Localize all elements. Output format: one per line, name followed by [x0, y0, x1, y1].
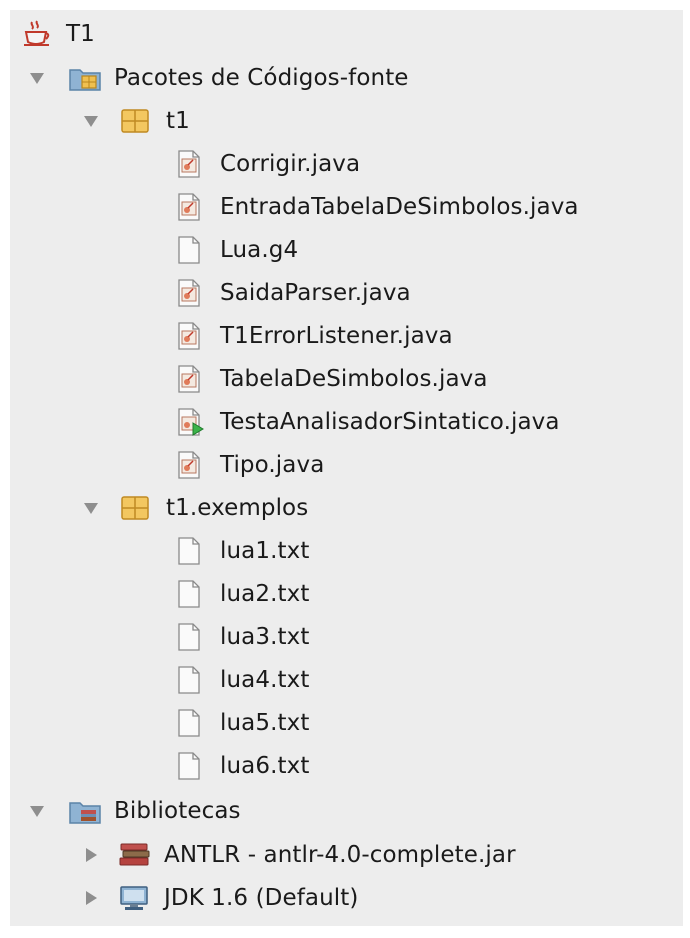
java-cup-icon	[22, 19, 56, 49]
tree-node-label: Bibliotecas	[114, 797, 241, 824]
tree-node-label: t1	[166, 107, 190, 134]
tree-node-label: T1ErrorListener.java	[220, 322, 453, 349]
tree-node-source-packages[interactable]: Pacotes de Códigos-fonte	[10, 56, 683, 99]
tree-node-file[interactable]: lua4.txt	[10, 658, 683, 701]
tree-node-project[interactable]: T1	[10, 12, 683, 55]
java-class-icon	[174, 149, 208, 179]
tree-node-file[interactable]: SaidaParser.java	[10, 271, 683, 314]
tree-node-label: lua4.txt	[220, 666, 310, 693]
tree-node-libraries[interactable]: Bibliotecas	[10, 789, 683, 832]
chevron-down-icon[interactable]	[26, 67, 48, 89]
tree-node-label: Pacotes de Códigos-fonte	[114, 64, 409, 91]
tree-node-label: SaidaParser.java	[220, 279, 411, 306]
tree-node-file[interactable]: lua2.txt	[10, 572, 683, 615]
tree-node-label: Lua.g4	[220, 236, 299, 263]
tree-node-library[interactable]: JDK 1.6 (Default)	[10, 876, 683, 919]
tree-node-label: t1.exemplos	[166, 494, 309, 521]
java-class-icon	[174, 450, 208, 480]
tree-node-package[interactable]: t1	[10, 99, 683, 142]
tree-node-label: lua6.txt	[220, 752, 310, 779]
tree-node-label: lua2.txt	[220, 580, 310, 607]
source-packages-folder-icon	[68, 63, 102, 93]
tree-node-file[interactable]: lua1.txt	[10, 529, 683, 572]
text-file-icon	[174, 235, 208, 265]
java-main-class-icon	[174, 407, 208, 437]
tree-node-file[interactable]: T1ErrorListener.java	[10, 314, 683, 357]
tree-node-file[interactable]: lua3.txt	[10, 615, 683, 658]
chevron-right-icon[interactable]	[80, 844, 102, 866]
java-class-icon	[174, 192, 208, 222]
library-books-icon	[118, 840, 152, 870]
tree-node-file[interactable]: Lua.g4	[10, 228, 683, 271]
chevron-down-icon[interactable]	[80, 110, 102, 132]
tree-node-label: Corrigir.java	[220, 150, 361, 177]
text-file-icon	[174, 751, 208, 781]
package-icon	[120, 493, 154, 523]
chevron-down-icon[interactable]	[26, 800, 48, 822]
tree-node-label: Tipo.java	[220, 451, 325, 478]
java-class-icon	[174, 321, 208, 351]
chevron-right-icon[interactable]	[80, 887, 102, 909]
tree-node-file[interactable]: Corrigir.java	[10, 142, 683, 185]
tree-node-label: TabelaDeSimbolos.java	[220, 365, 488, 392]
tree-node-file[interactable]: Tipo.java	[10, 443, 683, 486]
tree-node-library[interactable]: ANTLR - antlr-4.0-complete.jar	[10, 833, 683, 876]
tree-node-label: lua1.txt	[220, 537, 310, 564]
text-file-icon	[174, 536, 208, 566]
tree-node-label: ANTLR - antlr-4.0-complete.jar	[164, 841, 516, 868]
chevron-down-icon[interactable]	[80, 497, 102, 519]
tree-node-label: JDK 1.6 (Default)	[164, 884, 359, 911]
text-file-icon	[174, 665, 208, 695]
tree-node-file[interactable]: EntradaTabelaDeSimbolos.java	[10, 185, 683, 228]
package-icon	[120, 106, 154, 136]
tree-node-file[interactable]: TabelaDeSimbolos.java	[10, 357, 683, 400]
tree-node-label: T1	[66, 20, 95, 47]
tree-node-label: lua5.txt	[220, 709, 310, 736]
java-class-icon	[174, 364, 208, 394]
project-tree: T1 Pacotes de Códigos-fonte t1 Corrigir.…	[10, 10, 683, 926]
tree-node-package[interactable]: t1.exemplos	[10, 486, 683, 529]
jdk-monitor-icon	[118, 883, 152, 913]
tree-node-label: lua3.txt	[220, 623, 310, 650]
tree-node-label: TestaAnalisadorSintatico.java	[220, 408, 560, 435]
text-file-icon	[174, 708, 208, 738]
tree-node-file[interactable]: lua5.txt	[10, 701, 683, 744]
text-file-icon	[174, 622, 208, 652]
tree-node-label: EntradaTabelaDeSimbolos.java	[220, 193, 579, 220]
text-file-icon	[174, 579, 208, 609]
java-class-icon	[174, 278, 208, 308]
tree-node-file[interactable]: lua6.txt	[10, 744, 683, 787]
libraries-folder-icon	[68, 796, 102, 826]
tree-node-file[interactable]: TestaAnalisadorSintatico.java	[10, 400, 683, 443]
